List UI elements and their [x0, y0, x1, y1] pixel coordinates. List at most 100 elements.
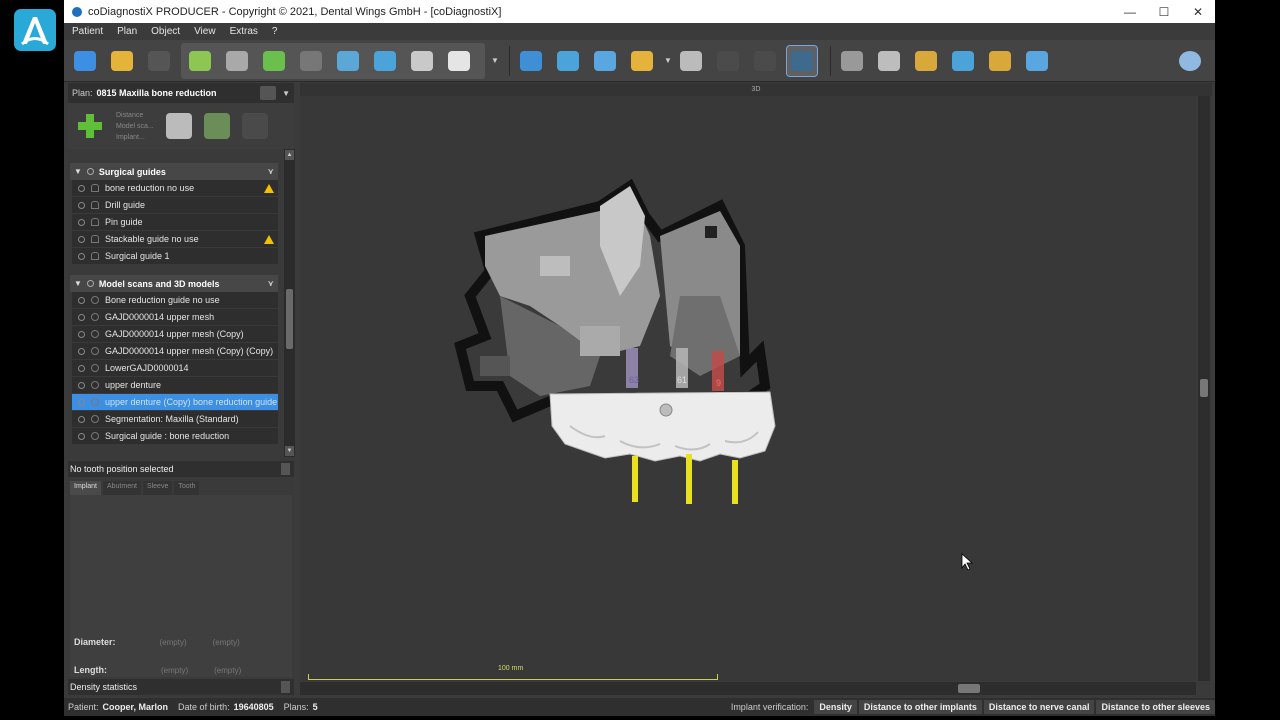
delete-object-icon[interactable]: [165, 113, 192, 139]
snapshot-button[interactable]: [874, 46, 904, 76]
diameter-value-1[interactable]: (empty): [160, 638, 187, 647]
distance-nerve-button[interactable]: Distance to nerve canal: [983, 700, 1095, 714]
tree-scrollbar[interactable]: ▲ ▼: [284, 149, 295, 457]
density-statistics-selector[interactable]: Density statistics: [68, 679, 294, 695]
visibility-icon[interactable]: [78, 218, 85, 226]
add-distance-item[interactable]: Distance: [116, 110, 154, 121]
length-value-2[interactable]: (empty): [214, 666, 241, 675]
help-button[interactable]: [1175, 46, 1205, 76]
minimize-button[interactable]: —: [1113, 0, 1147, 23]
view-vertical-scrollbar[interactable]: [1198, 96, 1210, 681]
visibility-icon[interactable]: [78, 398, 85, 406]
axis-button[interactable]: [553, 46, 583, 76]
visibility-icon[interactable]: [78, 432, 85, 440]
distance-sleeves-button[interactable]: Distance to other sleeves: [1096, 700, 1215, 714]
tree-item[interactable]: bone reduction no use: [72, 180, 278, 197]
tree-item[interactable]: upper denture: [72, 377, 278, 394]
redo-button[interactable]: [750, 46, 780, 76]
view-1-button[interactable]: [911, 46, 941, 76]
tool-1-button[interactable]: [185, 46, 215, 76]
scroll-down-icon[interactable]: ▼: [285, 446, 294, 456]
view-3-button[interactable]: [985, 46, 1015, 76]
close-button[interactable]: ✕: [1181, 0, 1215, 23]
visibility-icon[interactable]: [78, 252, 85, 260]
visibility-icon[interactable]: [78, 330, 85, 338]
view-2-button[interactable]: [948, 46, 978, 76]
visibility-icon[interactable]: [86, 280, 94, 287]
tree-item[interactable]: upper denture (Copy) bone reduction guid…: [72, 394, 278, 411]
3d-scene[interactable]: 63 61 9: [300, 96, 1196, 681]
add-model-scan-item[interactable]: Model sca...: [116, 121, 154, 132]
list-menu-icon[interactable]: [260, 86, 277, 100]
view-vscroll-thumb[interactable]: [1200, 379, 1208, 397]
menu-help[interactable]: ?: [272, 26, 278, 37]
visibility-icon[interactable]: [78, 313, 85, 321]
length-value-1[interactable]: (empty): [161, 666, 188, 675]
density-button[interactable]: Density: [814, 700, 857, 714]
measure-more-icon[interactable]: ▼: [664, 56, 672, 65]
tree-item[interactable]: GAJD0000014 upper mesh: [72, 309, 278, 326]
view-4-button[interactable]: [1022, 46, 1052, 76]
measure-button[interactable]: [627, 46, 657, 76]
tool-4-button[interactable]: [296, 46, 326, 76]
tree-item[interactable]: LowerGAJD0000014: [72, 360, 278, 377]
tool-5-button[interactable]: [333, 46, 363, 76]
distance-implants-button[interactable]: Distance to other implants: [858, 700, 982, 714]
view-horizontal-scrollbar[interactable]: [300, 682, 1196, 695]
print-button[interactable]: [144, 46, 174, 76]
tab-tooth[interactable]: Tooth: [174, 481, 200, 495]
tree-item[interactable]: GAJD0000014 upper mesh (Copy) (Copy): [72, 343, 278, 360]
maximize-button[interactable]: ☐: [1147, 0, 1181, 23]
delete-button[interactable]: [676, 46, 706, 76]
tool-7-button[interactable]: [407, 46, 437, 76]
visibility-icon[interactable]: [78, 347, 85, 355]
3d-viewport[interactable]: 63 61 9 100 mm: [300, 96, 1196, 681]
tree-item[interactable]: Segmentation: Maxilla (Standard): [72, 411, 278, 428]
menu-object[interactable]: Object: [151, 26, 180, 37]
tree-item[interactable]: Drill guide: [72, 197, 278, 214]
visibility-icon[interactable]: [78, 201, 85, 209]
diameter-value-2[interactable]: (empty): [213, 638, 240, 647]
back-button[interactable]: [70, 46, 100, 76]
tab-abutment[interactable]: Abutment: [102, 481, 141, 495]
open-button[interactable]: [107, 46, 137, 76]
tab-sleeve[interactable]: Sleeve: [142, 481, 173, 495]
tree-item[interactable]: Surgical guide 1: [72, 248, 278, 265]
verify-object-icon[interactable]: [203, 113, 230, 139]
layers-button[interactable]: [837, 46, 867, 76]
visibility-icon[interactable]: [78, 184, 85, 192]
tab-implant[interactable]: Implant: [70, 481, 101, 495]
add-object-icon[interactable]: [78, 114, 102, 138]
menu-plan[interactable]: Plan: [117, 26, 137, 37]
spinner-icon[interactable]: [281, 681, 290, 693]
tree-scroll-thumb[interactable]: [286, 289, 293, 349]
spinner-icon[interactable]: [281, 463, 290, 475]
collapse-icon[interactable]: ▼: [74, 167, 82, 176]
menu-view[interactable]: View: [194, 26, 216, 37]
toolbar-more-icon[interactable]: ▼: [491, 56, 499, 65]
tree-item[interactable]: GAJD0000014 upper mesh (Copy): [72, 326, 278, 343]
group-surgical-guides[interactable]: ▼ Surgical guides ⋎: [70, 163, 278, 180]
tool-2-button[interactable]: [222, 46, 252, 76]
visibility-icon[interactable]: [86, 168, 94, 175]
tool-8-button[interactable]: [444, 46, 474, 76]
plan-dropdown-icon[interactable]: ▼: [282, 89, 290, 98]
double-chevron-icon[interactable]: ⋎: [268, 167, 275, 176]
visibility-icon[interactable]: [78, 381, 85, 389]
tool-3-button[interactable]: [259, 46, 289, 76]
group-model-scans[interactable]: ▼ Model scans and 3D models ⋎: [70, 275, 278, 292]
tool-6-button[interactable]: [370, 46, 400, 76]
view-monitor-button[interactable]: [516, 46, 546, 76]
scroll-up-icon[interactable]: ▲: [285, 150, 294, 160]
tree-item[interactable]: Stackable guide no use: [72, 231, 278, 248]
view-hscroll-thumb[interactable]: [958, 684, 980, 693]
collapse-icon[interactable]: ▼: [74, 279, 82, 288]
visibility-icon[interactable]: [78, 364, 85, 372]
tooth-position-selector[interactable]: No tooth position selected: [68, 461, 294, 477]
undo-button[interactable]: [713, 46, 743, 76]
cube-select-button[interactable]: [590, 46, 620, 76]
visibility-icon[interactable]: [78, 415, 85, 423]
tree-item[interactable]: Surgical guide : bone reduction: [72, 428, 278, 445]
arch-view-button[interactable]: [786, 44, 818, 77]
menu-extras[interactable]: Extras: [230, 26, 258, 37]
